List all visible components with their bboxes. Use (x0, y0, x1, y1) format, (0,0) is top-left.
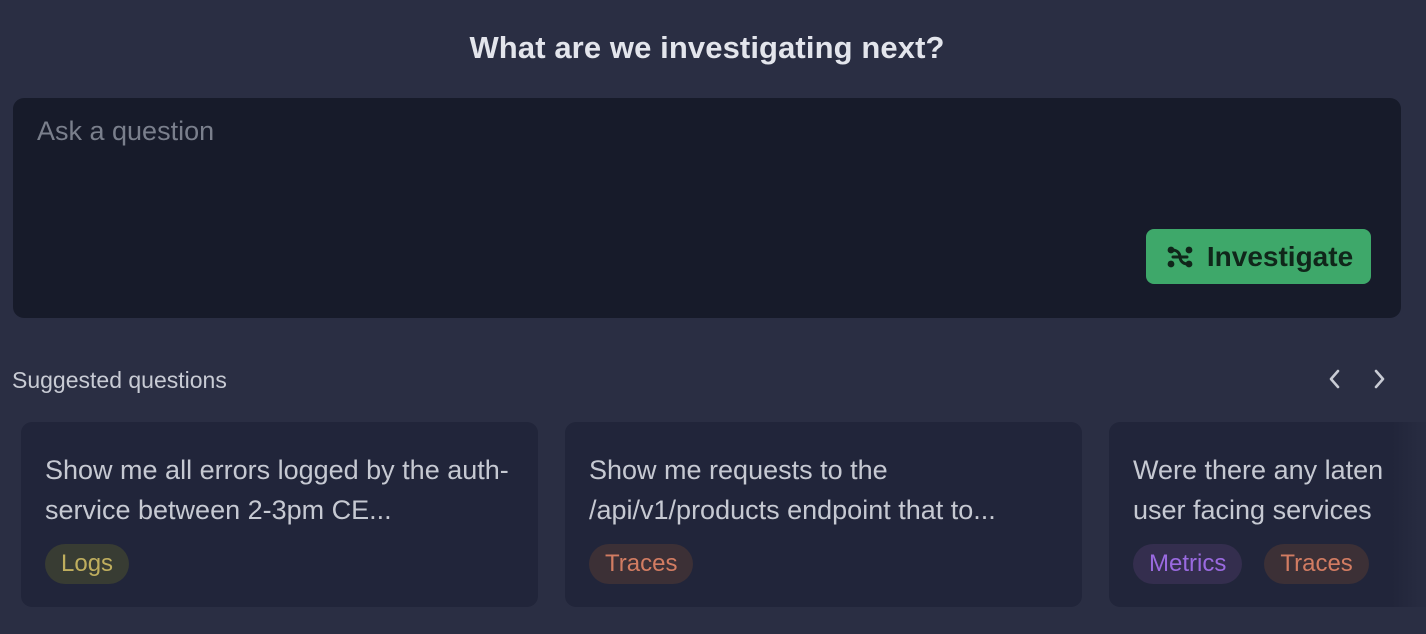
investigate-button-label: Investigate (1206, 240, 1354, 272)
suggestion-text: Show me all errors logged by the auth-se… (45, 455, 509, 525)
suggested-questions-title: Suggested questions (12, 367, 227, 393)
suggestion-text: Were there any laten user facing service… (1133, 450, 1426, 530)
tag-logs: Logs (45, 544, 130, 584)
question-input[interactable] (37, 116, 1367, 226)
carousel-next-button[interactable] (1365, 367, 1393, 395)
suggestion-text-line: Were there any laten (1133, 455, 1384, 485)
tag-list: Traces (589, 544, 694, 584)
investigation-page: What are we investigating next? Investig… (0, 0, 1426, 634)
suggestion-card[interactable]: Were there any laten user facing service… (1109, 422, 1426, 607)
tag-traces: Traces (589, 544, 694, 584)
tag-metrics: Metrics (1133, 544, 1243, 584)
chevron-left-icon (1327, 368, 1343, 395)
investigate-icon (1164, 241, 1196, 273)
page-title: What are we investigating next? (469, 30, 945, 65)
tag-list: Metrics Traces (1133, 544, 1369, 584)
tag-list: Logs (45, 544, 130, 584)
investigate-button[interactable]: Investigate (1146, 229, 1371, 284)
suggestion-text: Show me requests to the /api/v1/products… (589, 455, 996, 525)
suggested-questions-carousel: Show me all errors logged by the auth-se… (0, 420, 1426, 615)
suggestion-text-line: user facing services (1133, 495, 1372, 525)
question-box: Investigate (13, 98, 1401, 318)
chevron-right-icon (1371, 368, 1387, 395)
suggestion-card[interactable]: Show me all errors logged by the auth-se… (21, 422, 538, 607)
carousel-prev-button[interactable] (1321, 367, 1349, 395)
suggestion-card[interactable]: Show me requests to the /api/v1/products… (565, 422, 1082, 607)
tag-traces: Traces (1264, 544, 1369, 584)
